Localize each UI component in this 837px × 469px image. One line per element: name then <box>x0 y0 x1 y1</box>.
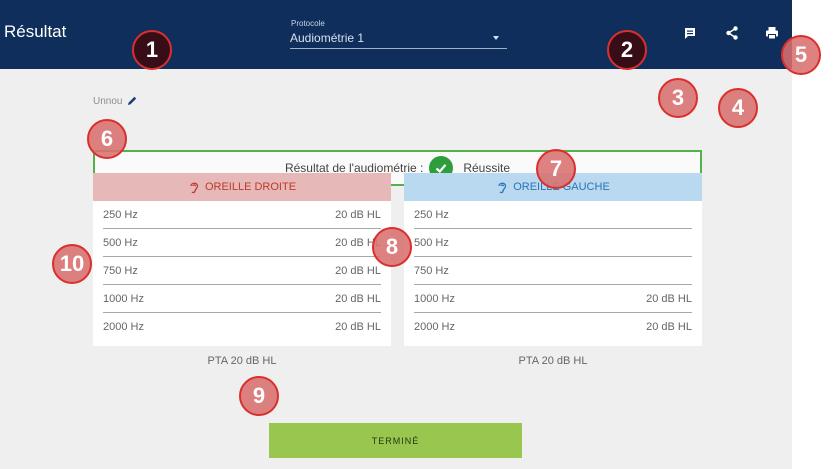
share-icon[interactable] <box>724 25 740 41</box>
comment-icon[interactable] <box>682 25 698 41</box>
annotation-badge-5: 5 <box>781 35 821 75</box>
protocol-select[interactable]: Audiométrie 1 <box>290 31 507 49</box>
protocol-label: Protocole <box>291 19 325 28</box>
frequency: 2000 Hz <box>103 321 144 333</box>
right-ear-header: OREILLE DROITE <box>93 173 391 201</box>
frequency: 500 Hz <box>414 237 449 249</box>
frequency: 2000 Hz <box>414 321 455 333</box>
annotation-badge-1: 1 <box>132 30 172 70</box>
threshold-value: 20 dB HL <box>335 321 381 333</box>
chevron-down-icon <box>493 36 499 40</box>
table-row: 250 Hz 20 dB HL <box>103 201 381 229</box>
table-row: 500 Hz 20 dB HL <box>103 229 381 257</box>
table-row: 1000 Hz 20 dB HL <box>103 285 381 313</box>
annotation-badge-7: 7 <box>536 149 576 189</box>
table-row: 750 Hz 20 dB HL <box>103 257 381 285</box>
threshold-value: 20 dB HL <box>335 209 381 221</box>
done-button[interactable]: TERMINÉ <box>269 423 522 458</box>
annotation-badge-4: 4 <box>718 88 758 128</box>
table-row: 2000 Hz 20 dB HL <box>414 313 692 341</box>
table-row: 750 Hz <box>414 257 692 285</box>
table-row: 250 Hz <box>414 201 692 229</box>
print-icon[interactable] <box>764 25 780 41</box>
frequency: 250 Hz <box>414 209 449 221</box>
edit-row[interactable]: Unnou <box>93 95 138 107</box>
pencil-icon[interactable] <box>126 95 138 107</box>
table-row: 1000 Hz 20 dB HL <box>414 285 692 313</box>
page-title: Résultat <box>4 22 67 41</box>
annotation-badge-2: 2 <box>607 30 647 70</box>
protocol-value: Audiométrie 1 <box>290 31 365 45</box>
edit-label: Unnou <box>93 95 123 107</box>
ear-icon <box>498 182 507 194</box>
table-row: 2000 Hz 20 dB HL <box>103 313 381 341</box>
ear-icon <box>190 182 199 194</box>
frequency: 1000 Hz <box>414 293 455 305</box>
top-bar: Résultat Protocole Audiométrie 1 <box>0 0 792 69</box>
annotation-badge-8: 8 <box>372 227 412 267</box>
right-ear-title: OREILLE DROITE <box>204 181 297 193</box>
annotation-badge-10: 10 <box>52 244 92 284</box>
frequency: 750 Hz <box>103 265 138 277</box>
threshold-value: 20 dB HL <box>335 265 381 277</box>
table-row: 500 Hz <box>414 229 692 257</box>
frequency: 500 Hz <box>103 237 138 249</box>
annotation-badge-9: 9 <box>239 376 279 416</box>
left-ear-pta: PTA 20 dB HL <box>518 355 588 367</box>
frequency: 750 Hz <box>414 265 449 277</box>
annotation-badge-3: 3 <box>658 78 698 118</box>
threshold-value: 20 dB HL <box>335 293 381 305</box>
annotation-badge-6: 6 <box>87 119 127 159</box>
left-ear-card: OREILLE GAUCHE 250 Hz 500 Hz 750 Hz 1000… <box>404 173 702 346</box>
threshold-value: 20 dB HL <box>646 293 692 305</box>
frequency: 1000 Hz <box>103 293 144 305</box>
right-ear-card: OREILLE DROITE 250 Hz 20 dB HL 500 Hz 20 d… <box>93 173 391 346</box>
right-ear-pta: PTA 20 dB HL <box>207 355 277 367</box>
threshold-value: 20 dB HL <box>646 321 692 333</box>
frequency: 250 Hz <box>103 209 138 221</box>
